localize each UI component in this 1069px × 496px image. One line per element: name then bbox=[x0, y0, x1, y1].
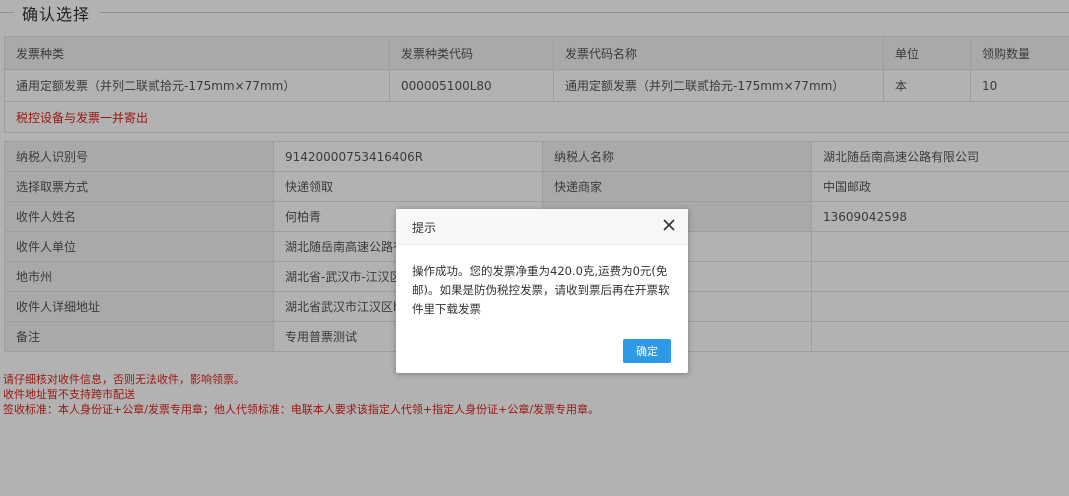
dialog-message: 操作成功。您的发票净重为420.0克,运费为0元(免邮)。如果是防伪税控发票，请… bbox=[412, 264, 670, 316]
confirm-button[interactable]: 确定 bbox=[623, 339, 671, 363]
close-icon[interactable] bbox=[662, 218, 676, 232]
dialog-title: 提示 bbox=[412, 221, 437, 235]
dialog-header: 提示 bbox=[396, 209, 688, 245]
alert-dialog: 提示 操作成功。您的发票净重为420.0克,运费为0元(免邮)。如果是防伪税控发… bbox=[396, 209, 688, 373]
